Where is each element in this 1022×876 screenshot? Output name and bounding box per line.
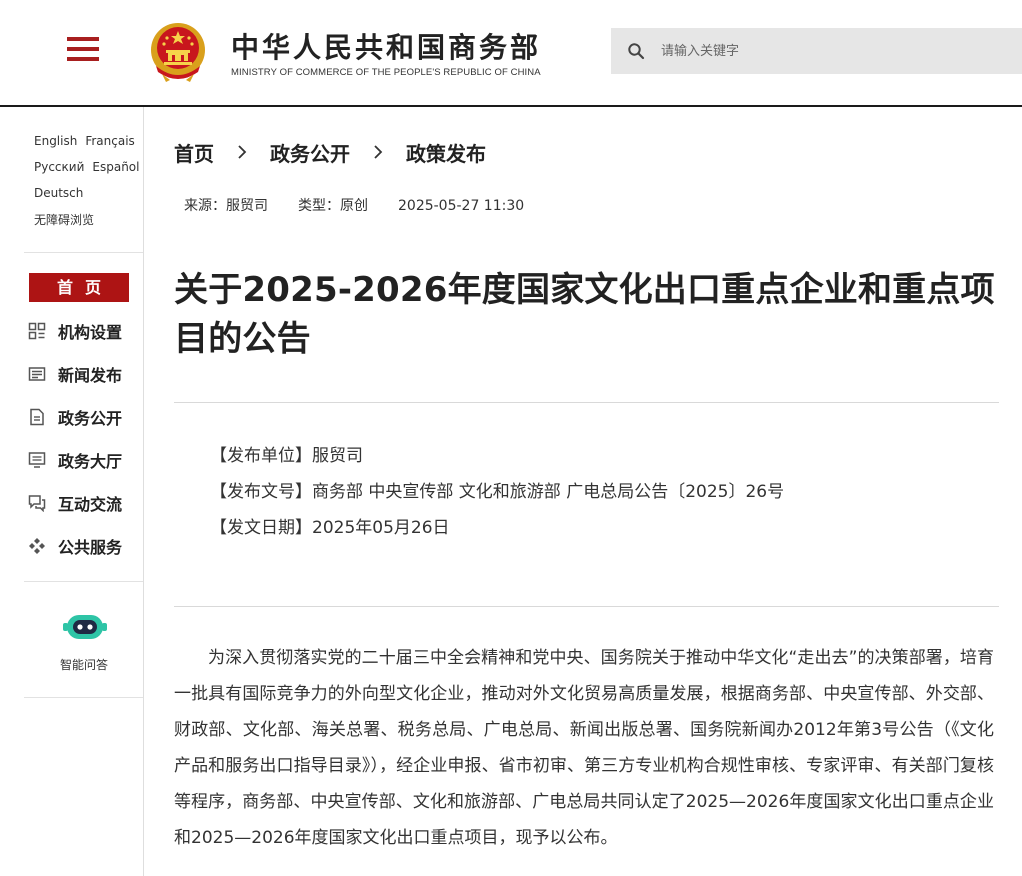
sidebar-item-public-service[interactable]: 公共服务 xyxy=(28,533,122,559)
news-icon xyxy=(28,367,46,381)
search-icon[interactable] xyxy=(627,42,645,60)
info-divider xyxy=(174,606,999,607)
sidebar-item-label: 政务公开 xyxy=(58,409,123,428)
article-body: 为深入贯彻落实党的二十届三中全会精神和党中央、国务院关于推动中华文化“走出去”的… xyxy=(174,648,994,848)
accessibility-link[interactable]: 无障碍浏览 xyxy=(34,211,102,228)
meta-datetime: 2025-05-27 11:30 xyxy=(398,198,525,214)
sidebar-item-label: 政务大厅 xyxy=(58,452,123,471)
chevron-right-icon xyxy=(227,138,257,166)
assistant-label[interactable]: 智能问答 xyxy=(24,656,144,673)
header-divider xyxy=(0,105,1022,107)
meta-source: 来源：服贸司 xyxy=(184,198,268,214)
sidebar-item-label: 机构设置 xyxy=(58,323,123,342)
breadcrumb-home[interactable]: 首页 xyxy=(174,138,214,167)
breadcrumb-policy-release[interactable]: 政策发布 xyxy=(406,138,486,167)
chevron-right-icon xyxy=(363,138,393,166)
site-title: 中华人民共和国商务部 xyxy=(231,31,542,64)
chat-icon xyxy=(28,495,46,512)
menu-bar xyxy=(67,57,99,61)
document-icon xyxy=(30,408,44,426)
site-header: 中华人民共和国商务部 MINISTRY OF COMMERCE OF THE P… xyxy=(0,0,1022,106)
service-icon xyxy=(29,538,45,554)
lang-spanish[interactable]: Español xyxy=(92,160,139,174)
issue-date-info: 【发文日期】2025年05月26日 xyxy=(210,518,450,538)
lang-german[interactable]: Deutsch xyxy=(34,186,83,200)
robot-assistant-icon[interactable] xyxy=(63,609,107,645)
search-box xyxy=(611,28,1022,74)
sidebar-item-label: 互动交流 xyxy=(58,495,123,514)
sidebar-divider xyxy=(24,697,143,698)
sidebar-item-service-hall[interactable]: 政务大厅 xyxy=(28,447,122,473)
breadcrumb-government-affairs[interactable]: 政务公开 xyxy=(270,138,350,167)
sidebar-home-button[interactable]: 首页 xyxy=(29,273,129,302)
lang-english[interactable]: English xyxy=(34,134,77,148)
article-meta: 来源：服贸司 类型：原创 2025-05-27 11:30 xyxy=(184,195,554,215)
sidebar-item-news[interactable]: 新闻发布 xyxy=(28,361,122,387)
lang-french[interactable]: Français xyxy=(85,134,134,148)
sidebar: English Français Русский Español Deutsch 无… xyxy=(24,107,144,876)
sidebar-item-label: 公共服务 xyxy=(58,538,123,557)
language-row: Deutsch xyxy=(34,186,91,200)
search-input[interactable] xyxy=(661,28,1011,74)
monitor-icon xyxy=(28,452,46,468)
accessibility-label: 无障碍浏览 xyxy=(34,213,95,227)
sidebar-border xyxy=(143,107,144,876)
sidebar-item-interaction[interactable]: 互动交流 xyxy=(28,490,122,516)
publisher-info: 【发布单位】服贸司 xyxy=(210,446,363,466)
meta-type: 类型：原创 xyxy=(298,198,368,214)
breadcrumb: 首页 政务公开 政策发布 xyxy=(174,138,486,166)
sidebar-divider xyxy=(24,581,143,582)
sidebar-item-label: 新闻发布 xyxy=(58,366,123,385)
menu-bar xyxy=(67,47,99,51)
sidebar-item-government-affairs[interactable]: 政务公开 xyxy=(28,404,122,430)
lang-russian[interactable]: Русский xyxy=(34,160,84,174)
sidebar-divider xyxy=(24,252,143,253)
menu-bar xyxy=(67,37,99,41)
org-structure-icon xyxy=(28,322,46,340)
menu-button[interactable] xyxy=(67,37,99,63)
doc-number-info: 【发布文号】商务部 中央宣传部 文化和旅游部 广电总局公告〔2025〕26号 xyxy=(210,482,785,502)
national-emblem-icon xyxy=(151,23,205,82)
title-divider xyxy=(174,402,999,403)
language-row: English Français xyxy=(34,134,143,148)
language-row: Русский Español xyxy=(34,160,147,174)
article-title: 关于2025-2026年度国家文化出口重点企业和重点项目的公告 xyxy=(174,270,995,359)
sidebar-item-organization[interactable]: 机构设置 xyxy=(28,318,122,344)
site-subtitle: MINISTRY OF COMMERCE OF THE PEOPLE'S REP… xyxy=(231,67,541,78)
